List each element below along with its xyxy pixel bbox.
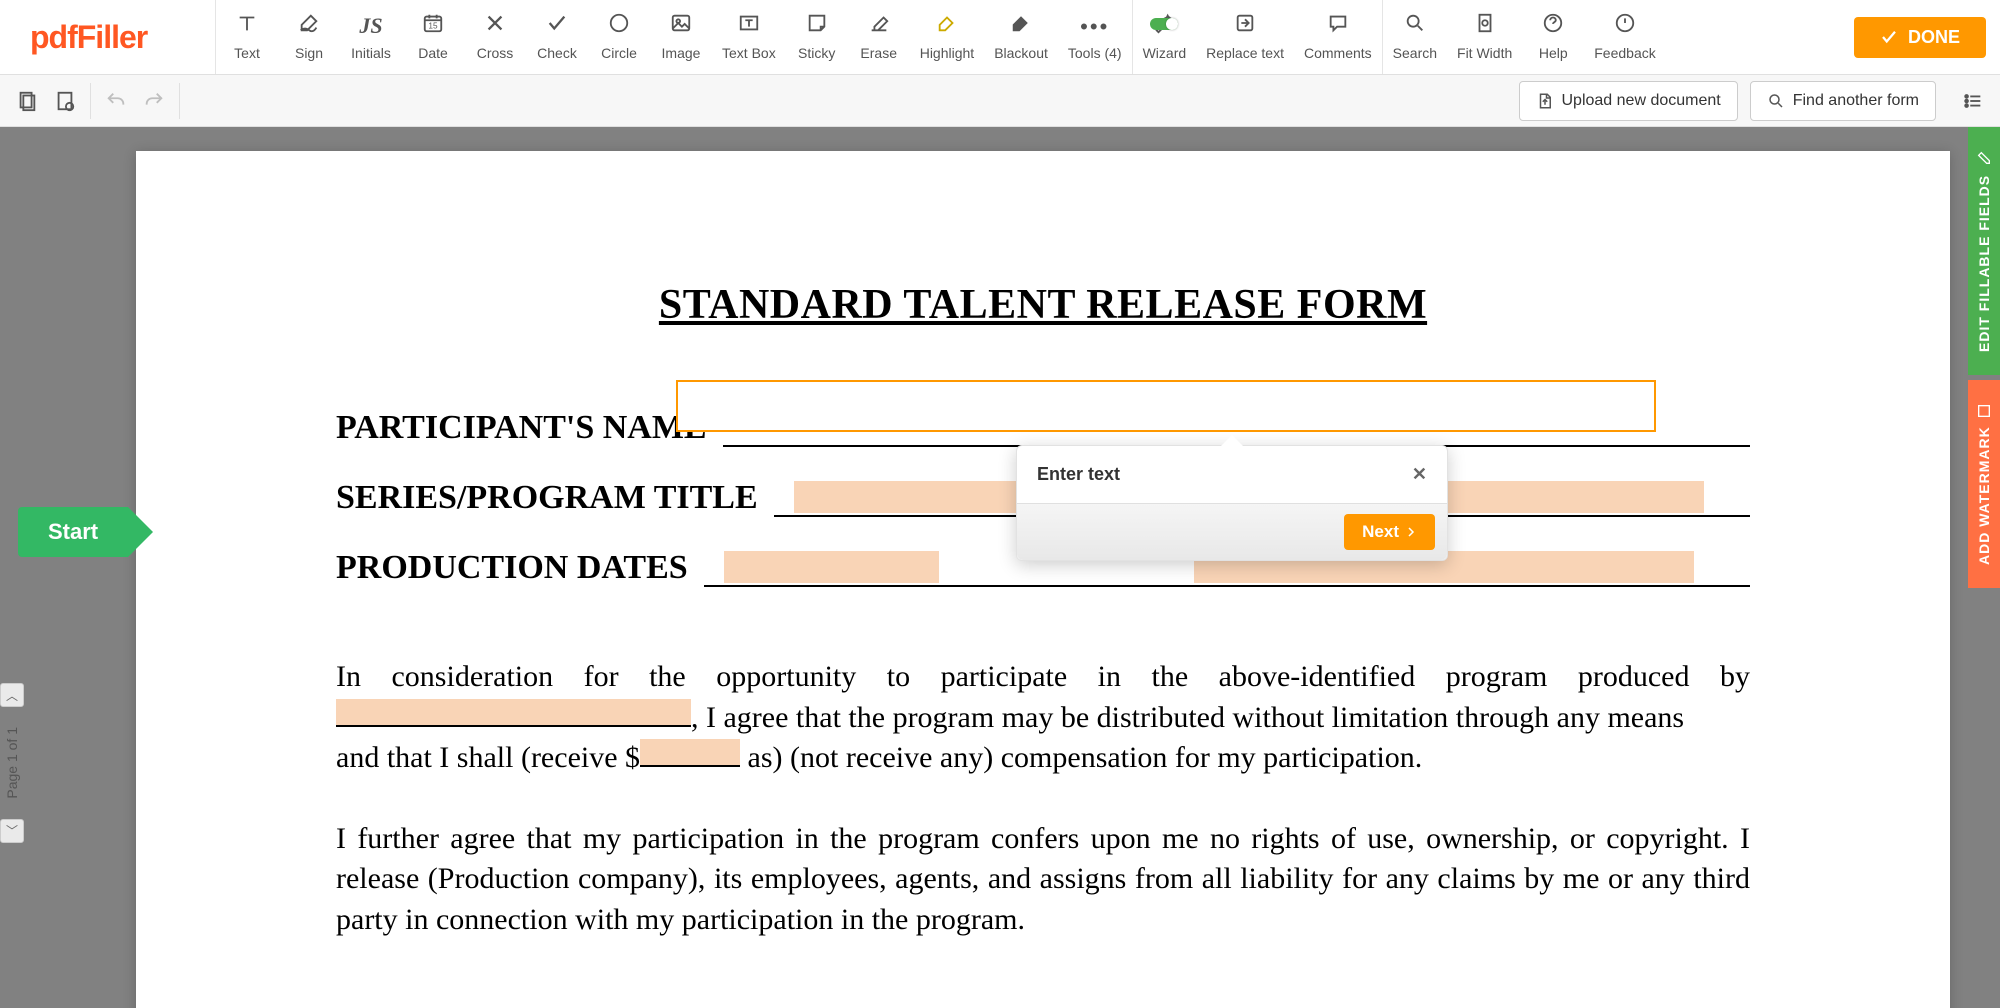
undo-button[interactable] [97, 82, 135, 120]
search-icon [1767, 92, 1785, 110]
canvas-area: STANDARD TALENT RELEASE FORM PARTICIPANT… [0, 127, 2000, 1008]
tool-sticky[interactable]: Sticky [786, 0, 848, 74]
find-form-button[interactable]: Find another form [1750, 81, 1936, 121]
pen-icon [298, 13, 320, 39]
replace-text-icon [1234, 13, 1256, 39]
fillable-highlight[interactable] [640, 739, 740, 767]
tool-erase[interactable]: Erase [848, 0, 910, 74]
add-watermark-tab[interactable]: ADD WATERMARK [1968, 380, 2000, 588]
tool-fitwidth[interactable]: Fit Width [1447, 0, 1522, 74]
edit-fields-tab[interactable]: EDIT FILLABLE FIELDS [1968, 127, 2000, 375]
popup-close-button[interactable]: ✕ [1412, 464, 1427, 485]
options-button[interactable] [1954, 82, 1992, 120]
blackout-icon [1010, 13, 1032, 39]
tool-textbox[interactable]: Text Box [712, 0, 786, 74]
sticky-icon [806, 13, 828, 39]
start-button[interactable]: Start [18, 507, 128, 557]
watermark-icon [1976, 403, 1992, 419]
top-toolbar: pdfFiller Text Sign JS Initials 15 Date … [0, 0, 2000, 75]
fillable-highlight[interactable] [724, 551, 939, 583]
dots-icon: ••• [1080, 13, 1109, 39]
tool-cross[interactable]: Cross [464, 0, 526, 74]
circle-icon [608, 13, 630, 39]
help-icon [1542, 13, 1564, 39]
tool-text[interactable]: Text [216, 0, 278, 74]
image-icon [670, 13, 692, 39]
calendar-icon: 15 [422, 13, 444, 39]
tool-help[interactable]: Help [1522, 0, 1584, 74]
page-count-label: Page 1 of 1 [4, 707, 20, 819]
initials-icon: JS [359, 13, 382, 39]
search-icon [1404, 13, 1426, 39]
editing-tools: Text Sign JS Initials 15 Date Cross Chec… [216, 0, 1132, 74]
active-text-field[interactable] [676, 380, 1656, 432]
tool-feedback[interactable]: Feedback [1584, 0, 1665, 74]
redo-button[interactable] [135, 82, 173, 120]
tool-highlight[interactable]: Highlight [910, 0, 984, 74]
brand-logo: pdfFiller [0, 0, 215, 74]
highlight-icon [936, 13, 958, 39]
tool-sign[interactable]: Sign [278, 0, 340, 74]
page-settings-button[interactable] [46, 82, 84, 120]
tool-search[interactable]: Search [1383, 0, 1447, 74]
body-paragraph-1: In consideration for the opportunity to … [336, 657, 1750, 779]
popup-title: Enter text [1037, 464, 1120, 485]
fillable-highlight[interactable] [336, 699, 691, 727]
tools-more[interactable]: ••• Tools (4) [1058, 0, 1132, 74]
page-navigator: ︿ Page 1 of 1 ﹀ [0, 683, 24, 843]
pages-panel-button[interactable] [8, 82, 46, 120]
check-icon [1880, 28, 1898, 46]
prev-page-button[interactable]: ︿ [0, 683, 24, 707]
tool-date[interactable]: 15 Date [402, 0, 464, 74]
tool-initials[interactable]: JS Initials [340, 0, 402, 74]
wizard-icon [1153, 13, 1175, 39]
cross-icon [484, 13, 506, 39]
text-icon [236, 13, 258, 39]
next-page-button[interactable]: ﹀ [0, 819, 24, 843]
done-button[interactable]: DONE [1854, 17, 1986, 58]
second-toolbar: Upload new document Find another form [0, 75, 2000, 127]
document-title: STANDARD TALENT RELEASE FORM [336, 281, 1750, 329]
tool-image[interactable]: Image [650, 0, 712, 74]
upload-document-button[interactable]: Upload new document [1519, 81, 1738, 121]
tools-group2: Wizard Replace text Comments [1133, 0, 1382, 74]
popup-next-button[interactable]: Next [1344, 514, 1435, 550]
fit-width-icon [1474, 13, 1496, 39]
comments-icon [1327, 13, 1349, 39]
tools-group3: Search Fit Width Help Feedback [1383, 0, 1666, 74]
tool-circle[interactable]: Circle [588, 0, 650, 74]
tool-check[interactable]: Check [526, 0, 588, 74]
body-paragraph-2: I further agree that my participation in… [336, 819, 1750, 941]
edit-icon [1976, 150, 1992, 166]
text-box-icon [738, 13, 760, 39]
check-icon [546, 13, 568, 39]
tool-comments[interactable]: Comments [1294, 0, 1382, 74]
tool-wizard[interactable]: Wizard [1133, 0, 1197, 74]
enter-text-popup: Enter text ✕ Next [1016, 445, 1448, 561]
feedback-icon [1614, 13, 1636, 39]
upload-icon [1536, 92, 1554, 110]
document-page: STANDARD TALENT RELEASE FORM PARTICIPANT… [136, 151, 1950, 1008]
erase-icon [868, 13, 890, 39]
svg-text:15: 15 [428, 22, 438, 31]
tool-replace[interactable]: Replace text [1196, 0, 1294, 74]
chevron-right-icon [1405, 526, 1417, 538]
tool-blackout[interactable]: Blackout [984, 0, 1058, 74]
